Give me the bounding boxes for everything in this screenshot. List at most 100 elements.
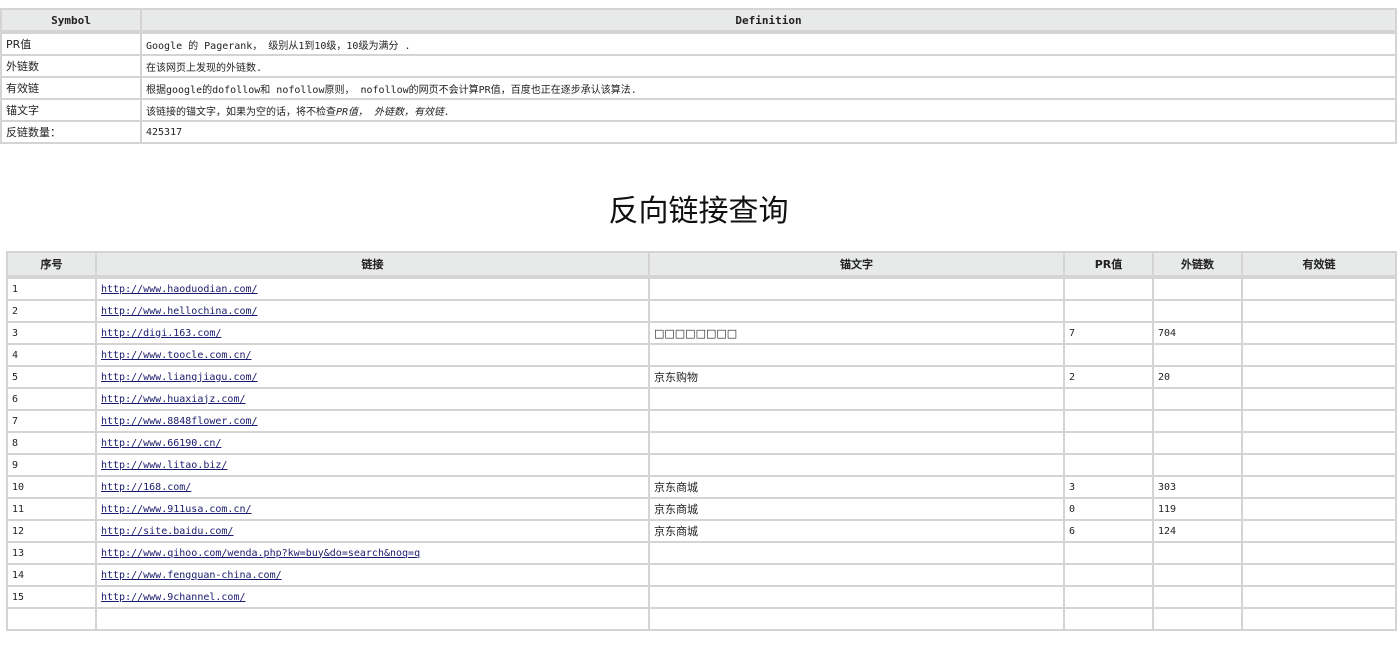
row-anchor-text-cell [648, 585, 1065, 609]
row-index-cell: 7 [6, 409, 97, 433]
legend-definition: 在该网页上发现的外链数. [140, 54, 1397, 78]
row-valid-link-cell [1241, 563, 1397, 587]
table-row: 9 http://www.litao.biz/ [6, 453, 1397, 477]
row-pr-value-cell [1063, 387, 1154, 411]
row-link-cell: http://www.qihoo.com/wenda.php?kw=buy&do… [95, 541, 650, 565]
backlink-url-link[interactable]: http://www.66190.cn/ [101, 438, 221, 449]
header-outlinks: 外链数 [1152, 251, 1243, 279]
row-link-cell: http://www.66190.cn/ [95, 431, 650, 455]
backlink-url-link[interactable]: http://www.9channel.com/ [101, 592, 246, 603]
results-body: 1 http://www.haoduodian.com/2 http://www.h… [6, 276, 1397, 631]
backlink-url-link[interactable]: http://www.liangjiagu.com/ [101, 372, 258, 383]
row-link-cell: http://www.hellochina.com/ [95, 299, 650, 323]
row-link-cell: http://www.liangjiagu.com/ [95, 365, 650, 389]
row-index-cell: 5 [6, 365, 97, 389]
row-anchor-text-cell: 京东商城 [648, 475, 1065, 499]
row-outlink-count-cell [1152, 276, 1243, 301]
table-row: 15 http://www.9channel.com/ [6, 585, 1397, 609]
row-anchor-text-cell: □□□□□□□□ [648, 321, 1065, 345]
legend-header-symbol: Symbol [0, 8, 142, 34]
row-valid-link-cell [1241, 585, 1397, 609]
legend-definition-emphasis: PR值， 外链数，有效链. [336, 106, 451, 118]
row-outlink-count-cell [1152, 409, 1243, 433]
row-index-cell: 15 [6, 585, 97, 609]
backlink-url-link[interactable]: http://www.8848flower.com/ [101, 416, 258, 427]
backlink-url-link[interactable]: http://www.huaxiajz.com/ [101, 394, 246, 405]
table-row: 8 http://www.66190.cn/ [6, 431, 1397, 455]
row-outlink-count-cell: 124 [1152, 519, 1243, 543]
row-outlink-count-cell [1152, 541, 1243, 565]
row-pr-value-cell [1063, 431, 1154, 455]
legend-row: PR值 Google 的 Pagerank， 级别从1到10级，10级为满分 . [0, 31, 1397, 56]
row-link-cell: http://digi.163.com/ [95, 321, 650, 345]
row-link-cell [95, 607, 650, 631]
row-index-cell: 13 [6, 541, 97, 565]
table-row: 5 http://www.liangjiagu.com/京东购物 2 20 [6, 365, 1397, 389]
row-outlink-count-cell [1152, 563, 1243, 587]
row-valid-link-cell [1241, 607, 1397, 631]
row-outlink-count-cell [1152, 607, 1243, 631]
backlink-url-link[interactable]: http://www.911usa.com.cn/ [101, 504, 252, 515]
header-index: 序号 [6, 251, 97, 279]
backlink-count: 425317 [140, 120, 1397, 144]
row-anchor-text-cell [648, 607, 1065, 631]
row-anchor-text-cell [648, 299, 1065, 323]
row-valid-link-cell [1241, 321, 1397, 345]
row-outlink-count-cell [1152, 299, 1243, 323]
legend-symbol: 有效链 [0, 76, 142, 100]
row-index-cell: 1 [6, 276, 97, 301]
legend-symbol: PR值 [0, 31, 142, 56]
row-index-cell: 9 [6, 453, 97, 477]
row-valid-link-cell [1241, 276, 1397, 301]
row-index-cell [6, 607, 97, 631]
backlink-url-link[interactable]: http://168.com/ [101, 482, 191, 493]
table-row: 2 http://www.hellochina.com/ [6, 299, 1397, 323]
backlink-url-link[interactable]: http://site.baidu.com/ [101, 526, 233, 537]
backlink-url-link[interactable]: http://www.haoduodian.com/ [101, 284, 258, 295]
backlink-url-link[interactable]: http://www.qihoo.com/wenda.php?kw=buy&do… [101, 548, 420, 559]
row-pr-value-cell [1063, 541, 1154, 565]
row-link-cell: http://www.8848flower.com/ [95, 409, 650, 433]
row-index-cell: 14 [6, 563, 97, 587]
legend-header-definition: Definition [140, 8, 1397, 34]
row-anchor-text-cell: 京东购物 [648, 365, 1065, 389]
table-row: 12 http://site.baidu.com/京东商城 6 124 [6, 519, 1397, 543]
table-row: 14 http://www.fengquan-china.com/ [6, 563, 1397, 587]
backlink-table: 序号 链接 锚文字 PR值 外链数 有效链 1 http://www.haoduo… [6, 251, 1397, 631]
backlink-url-link[interactable]: http://www.fengquan-china.com/ [101, 570, 282, 581]
row-link-cell: http://www.huaxiajz.com/ [95, 387, 650, 411]
row-pr-value-cell [1063, 276, 1154, 301]
backlink-url-link[interactable]: http://www.hellochina.com/ [101, 306, 258, 317]
backlink-url-link[interactable]: http://www.litao.biz/ [101, 460, 227, 471]
row-valid-link-cell [1241, 387, 1397, 411]
row-pr-value-cell [1063, 607, 1154, 631]
row-anchor-text-cell [648, 276, 1065, 301]
row-anchor-text-cell [648, 343, 1065, 367]
backlink-url-link[interactable]: http://www.toocle.com.cn/ [101, 350, 252, 361]
row-link-cell: http://www.toocle.com.cn/ [95, 343, 650, 367]
legend-symbol: 反链数量： [0, 120, 142, 144]
row-anchor-text-cell [648, 563, 1065, 587]
row-pr-value-cell [1063, 453, 1154, 477]
row-outlink-count-cell [1152, 387, 1243, 411]
row-anchor-text-cell: 京东商城 [648, 497, 1065, 521]
row-index-cell: 6 [6, 387, 97, 411]
row-index-cell: 11 [6, 497, 97, 521]
row-anchor-text-cell: 京东商城 [648, 519, 1065, 543]
row-index-cell: 8 [6, 431, 97, 455]
row-pr-value-cell [1063, 343, 1154, 367]
legend-row: 有效链 根据google的dofollow和 nofollow原则， nofol… [0, 76, 1397, 100]
results-header-row: 序号 链接 锚文字 PR值 外链数 有效链 [6, 251, 1397, 279]
legend-symbol: 锚文字 [0, 98, 142, 122]
row-link-cell: http://www.9channel.com/ [95, 585, 650, 609]
row-valid-link-cell [1241, 365, 1397, 389]
header-pr: PR值 [1063, 251, 1154, 279]
row-valid-link-cell [1241, 299, 1397, 323]
row-outlink-count-cell [1152, 453, 1243, 477]
row-index-cell: 4 [6, 343, 97, 367]
row-pr-value-cell [1063, 585, 1154, 609]
row-anchor-text-cell [648, 409, 1065, 433]
backlink-url-link[interactable]: http://digi.163.com/ [101, 328, 221, 339]
legend-row: 外链数 在该网页上发现的外链数. [0, 54, 1397, 78]
row-pr-value-cell: 3 [1063, 475, 1154, 499]
